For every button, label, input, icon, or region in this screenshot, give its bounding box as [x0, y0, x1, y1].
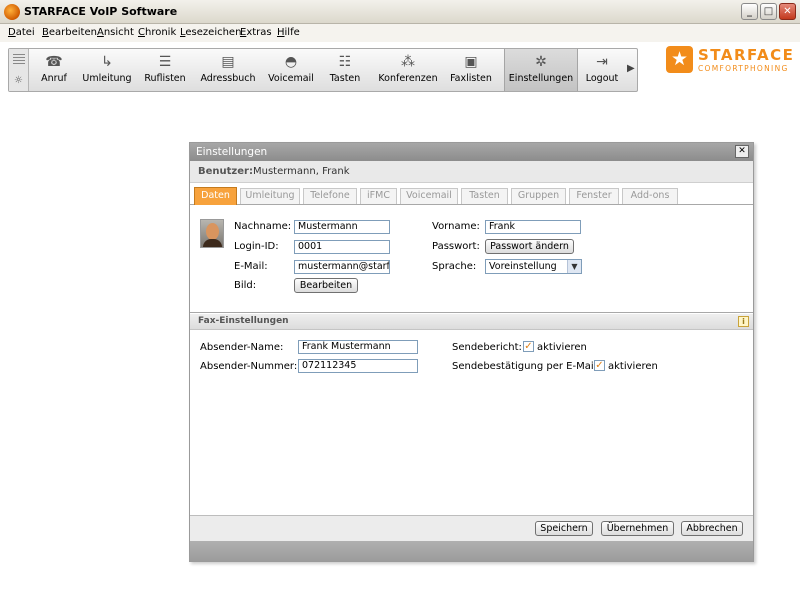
sendebericht-check-label: aktivieren: [537, 342, 587, 353]
tab-daten[interactable]: Daten: [194, 187, 237, 205]
window-titlebar: STARFACE VoIP Software _ □ ✕: [0, 0, 800, 24]
sendebericht-label: Sendebericht:: [452, 342, 522, 353]
fax-settings-title: Fax-Einstellungen: [198, 316, 289, 326]
toolbar-einstellungen[interactable]: ✲ Einstellungen: [504, 49, 578, 91]
tab-gruppen[interactable]: Gruppen: [511, 188, 566, 204]
dialog-title: Einstellungen: [196, 146, 268, 158]
window-title: STARFACE VoIP Software: [24, 5, 178, 18]
user-value: Mustermann, Frank: [253, 166, 350, 177]
menu-datei[interactable]: Datei: [8, 27, 35, 38]
cancel-button[interactable]: Abbrechen: [681, 521, 743, 536]
toolbar-faxlisten[interactable]: ▣ Faxlisten: [445, 49, 497, 91]
dialog-footer: Speichern Übernehmen Abbrechen: [190, 515, 753, 541]
sendebestaetigung-check-label: aktivieren: [608, 361, 658, 372]
address-book-icon: ▤: [221, 54, 235, 70]
bild-label: Bild:: [234, 280, 257, 291]
dialog-close-icon[interactable]: ✕: [735, 145, 749, 158]
vorname-field[interactable]: Frank: [485, 220, 581, 234]
toolbar-adressbuch[interactable]: ▤ Adressbuch: [197, 49, 259, 91]
login-id-label: Login-ID:: [234, 241, 279, 252]
email-label: E-Mail:: [234, 261, 268, 272]
tab-voicemail[interactable]: Voicemail: [400, 188, 458, 204]
redirect-icon: ↳: [101, 54, 113, 70]
toolbar-anruf[interactable]: ☎ Anruf: [33, 49, 75, 91]
menu-chronik[interactable]: Chronik: [138, 27, 176, 38]
firefox-icon: [4, 4, 20, 20]
sendebericht-checkbox[interactable]: ✓: [523, 341, 534, 352]
list-icon: ☰: [158, 54, 172, 70]
toolbar-grip[interactable]: ☼: [9, 49, 29, 91]
sprache-select[interactable]: Voreinstellung ▼: [485, 259, 582, 274]
avatar-head-icon: [206, 223, 219, 240]
tab-add-ons[interactable]: Add-ons: [622, 188, 678, 204]
vorname-label: Vorname:: [432, 221, 480, 232]
tab-tasten[interactable]: Tasten: [461, 188, 508, 204]
sendebestaetigung-label: Sendebestätigung per E-Mail:: [452, 361, 600, 372]
fax-settings-header: Fax-Einstellungen i: [190, 314, 753, 330]
toolbar-logout[interactable]: ⇥ Logout: [581, 49, 623, 91]
info-icon[interactable]: i: [738, 316, 749, 327]
voicemail-icon: ◓: [284, 54, 298, 70]
menu-bearbeiten[interactable]: Bearbeiten: [42, 27, 97, 38]
user-label: Benutzer:: [198, 166, 253, 177]
toolbar-settings-icon[interactable]: ☼: [14, 75, 23, 86]
menu-extras[interactable]: Extras: [240, 27, 272, 38]
settings-icon: ✲: [535, 54, 547, 70]
toolbar-umleitung[interactable]: ↳ Umleitung: [79, 49, 135, 91]
menu-lesezeichen[interactable]: Lesezeichen: [180, 27, 241, 38]
absender-name-field[interactable]: Frank Mustermann: [298, 340, 418, 354]
avatar: [200, 219, 224, 248]
user-data-section: Nachname: Mustermann Login-ID: 0001 E-Ma…: [190, 206, 753, 313]
save-button[interactable]: Speichern: [535, 521, 593, 536]
email-field[interactable]: mustermann@starfa: [294, 260, 390, 274]
grip-lines-icon: [13, 54, 25, 66]
settings-tabs: Daten Umleitung Telefone iFMC Voicemail …: [190, 183, 753, 205]
keys-icon: ☷: [338, 54, 352, 70]
sprache-label: Sprache:: [432, 261, 477, 272]
apply-button[interactable]: Übernehmen: [601, 521, 674, 536]
absender-name-label: Absender-Name:: [200, 342, 284, 353]
maximize-button[interactable]: □: [760, 3, 777, 20]
toolbar-tasten[interactable]: ☷ Tasten: [323, 49, 367, 91]
main-toolbar: ☼ ☎ Anruf ↳ Umleitung ☰ Ruflisten ▤ Adre…: [8, 48, 638, 92]
avatar-body-icon: [203, 239, 222, 247]
menu-ansicht[interactable]: Ansicht: [97, 27, 134, 38]
starface-logo: ★ STARFACE COMFORTPHONING: [666, 46, 793, 76]
tab-fenster[interactable]: Fenster: [569, 188, 619, 204]
phone-handset-icon: ☎: [45, 54, 63, 70]
toolbar-voicemail[interactable]: ◓ Voicemail: [265, 49, 317, 91]
user-bar: Benutzer: Mustermann, Frank: [190, 161, 753, 183]
nachname-field[interactable]: Mustermann: [294, 220, 390, 234]
bild-edit-button[interactable]: Bearbeiten: [294, 278, 358, 293]
dialog-titlebar: Einstellungen ✕: [190, 143, 753, 161]
star-logo-icon: ★: [666, 46, 693, 73]
minimize-button[interactable]: _: [741, 3, 758, 20]
sprache-select-value: Voreinstellung: [489, 261, 557, 272]
toolbar-konferenzen[interactable]: ⁂ Konferenzen: [375, 49, 441, 91]
nachname-label: Nachname:: [234, 221, 292, 232]
menu-bar: Datei Bearbeiten Ansicht Chronik Lesezei…: [0, 24, 800, 42]
logout-icon: ⇥: [596, 54, 608, 70]
conference-icon: ⁂: [401, 54, 415, 70]
close-window-button[interactable]: ✕: [779, 3, 796, 20]
absender-nummer-label: Absender-Nummer:: [200, 361, 298, 372]
tab-telefone[interactable]: Telefone: [303, 188, 357, 204]
sendebestaetigung-checkbox[interactable]: ✓: [594, 360, 605, 371]
tab-ifmc[interactable]: iFMC: [360, 188, 397, 204]
absender-nummer-field[interactable]: 072112345: [298, 359, 418, 373]
toolbar-scroll-right-icon[interactable]: ▶: [627, 63, 635, 74]
dialog-statusbar: [190, 541, 753, 561]
settings-dialog: Einstellungen ✕ Benutzer: Mustermann, Fr…: [189, 142, 754, 562]
login-id-field[interactable]: 0001: [294, 240, 390, 254]
fax-icon: ▣: [464, 54, 478, 70]
toolbar-ruflisten[interactable]: ☰ Ruflisten: [139, 49, 191, 91]
passwort-label: Passwort:: [432, 241, 480, 252]
menu-hilfe[interactable]: Hilfe: [277, 27, 300, 38]
change-password-button[interactable]: Passwort ändern: [485, 239, 574, 254]
chevron-down-icon[interactable]: ▼: [567, 260, 581, 273]
tab-umleitung[interactable]: Umleitung: [240, 188, 300, 204]
